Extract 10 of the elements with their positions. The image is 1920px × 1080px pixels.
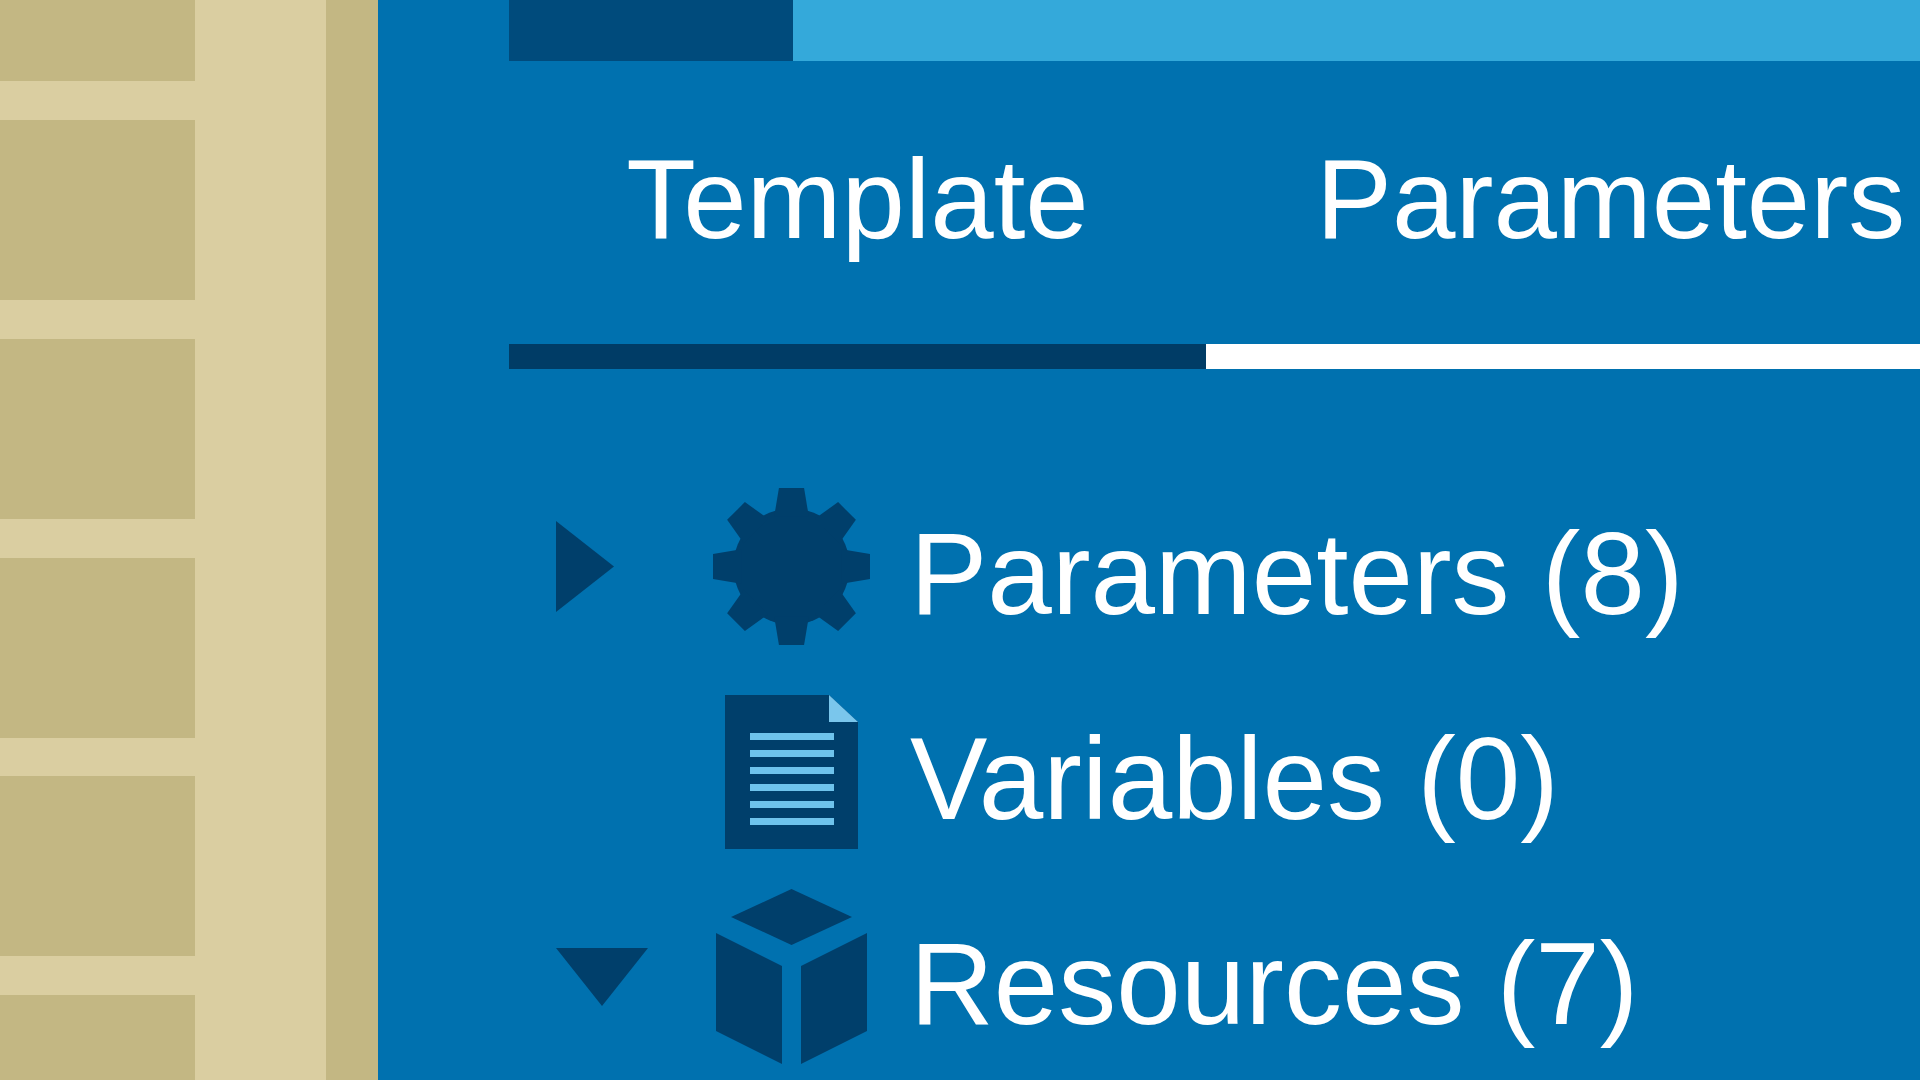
tree-item-label[interactable]: Resources (7) (910, 918, 1639, 1051)
document-icon (725, 694, 858, 849)
tree-item-label[interactable]: Parameters (8) (910, 508, 1684, 641)
tree-item-label[interactable]: Variables (0) (910, 713, 1559, 846)
caret-down-icon[interactable] (556, 947, 648, 1006)
caret-right-icon[interactable] (556, 521, 614, 612)
tab[interactable]: Template (509, 61, 1206, 369)
cube-icon (716, 889, 867, 1064)
gear-icon (713, 488, 870, 645)
tab[interactable]: Parameters (1206, 61, 1920, 369)
